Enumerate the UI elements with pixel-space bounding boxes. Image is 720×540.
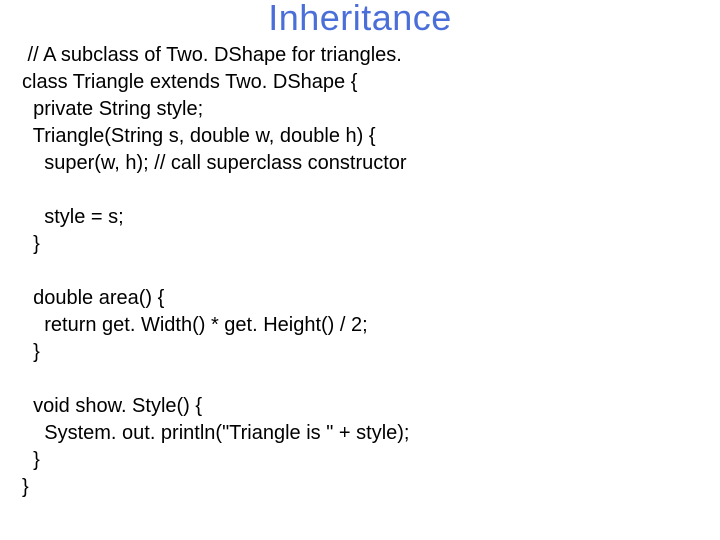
slide: Inheritance // A subclass of Two. DShape… (0, 0, 720, 540)
code-line: } (22, 233, 40, 255)
code-line: double area() { (22, 287, 164, 309)
code-line: private String style; (22, 98, 203, 120)
code-line: System. out. println("Triangle is " + st… (22, 422, 409, 444)
code-line: super(w, h); // call superclass construc… (22, 152, 407, 174)
slide-title: Inheritance (0, 0, 720, 36)
code-line: style = s; (22, 206, 124, 228)
code-line: } (22, 449, 40, 471)
code-line: void show. Style() { (22, 395, 202, 417)
code-block: // A subclass of Two. DShape for triangl… (0, 36, 720, 501)
code-line: } (22, 341, 40, 363)
code-line: class Triangle extends Two. DShape { (22, 71, 357, 93)
code-line: Triangle(String s, double w, double h) { (22, 125, 376, 147)
code-line: // A subclass of Two. DShape for triangl… (22, 44, 402, 66)
code-line: } (22, 476, 29, 498)
code-line: return get. Width() * get. Height() / 2; (22, 314, 368, 336)
